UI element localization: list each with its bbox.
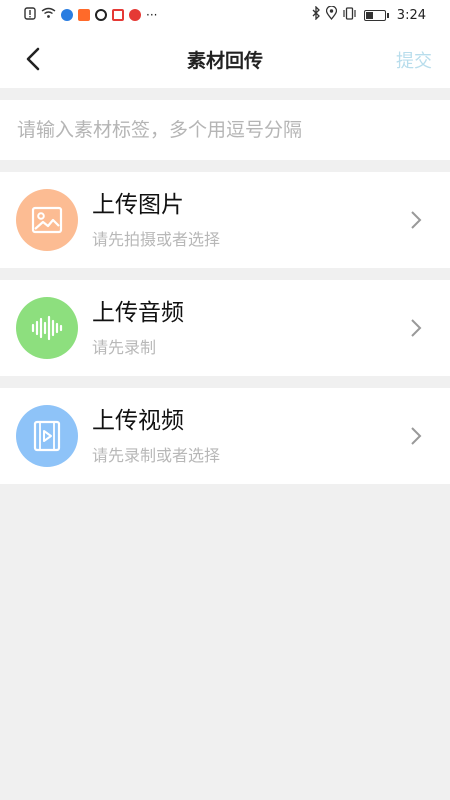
status-bar: ··· 3:24 [0, 0, 450, 30]
status-time: 3:24 [396, 7, 426, 23]
upload-audio-title: 上传音频 [92, 300, 184, 326]
tag-input-row [0, 100, 450, 160]
vibrate-icon [342, 6, 357, 24]
wifi-icon [41, 7, 56, 23]
video-icon [16, 405, 78, 467]
video-app-icon [78, 9, 90, 21]
battery-icon [363, 9, 389, 21]
upload-image-text: 上传图片 请先拍摄或者选择 [92, 190, 220, 250]
upload-image-subtitle: 请先拍摄或者选择 [92, 230, 221, 249]
red-app-icon [112, 9, 124, 21]
submit-button[interactable]: 提交 [396, 47, 432, 73]
upload-video-subtitle: 请先录制或者选择 [92, 446, 221, 465]
upload-image-item[interactable]: 上传图片 请先拍摄或者选择 [0, 172, 450, 268]
audio-wave-icon [16, 297, 78, 359]
app-notification-icon [61, 9, 73, 21]
chevron-right-icon [404, 208, 428, 232]
alert-icon [24, 6, 36, 24]
weibo-icon [129, 9, 141, 21]
upload-video-item[interactable]: 上传视频 请先录制或者选择 [0, 388, 450, 484]
bluetooth-icon [311, 5, 321, 24]
image-icon [16, 189, 78, 251]
more-notifications: ··· [146, 8, 158, 22]
page-title: 素材回传 [186, 49, 263, 72]
upload-video-title: 上传视频 [92, 408, 184, 434]
back-arrow-icon [26, 47, 40, 71]
location-icon [325, 5, 337, 24]
status-icons-right: 3:24 [311, 5, 426, 24]
upload-audio-text: 上传音频 请先录制 [92, 298, 184, 358]
back-button[interactable] [18, 44, 48, 74]
upload-audio-item[interactable]: 上传音频 请先录制 [0, 280, 450, 376]
chevron-right-icon [404, 316, 428, 340]
search-app-icon [95, 9, 107, 21]
upload-audio-subtitle: 请先录制 [92, 338, 157, 357]
tag-input[interactable] [17, 110, 437, 150]
nav-bar: 素材回传 提交 [0, 30, 450, 88]
status-icons-left: ··· [24, 6, 158, 24]
upload-video-text: 上传视频 请先录制或者选择 [92, 406, 220, 466]
upload-image-title: 上传图片 [92, 192, 184, 218]
chevron-right-icon [404, 424, 428, 448]
